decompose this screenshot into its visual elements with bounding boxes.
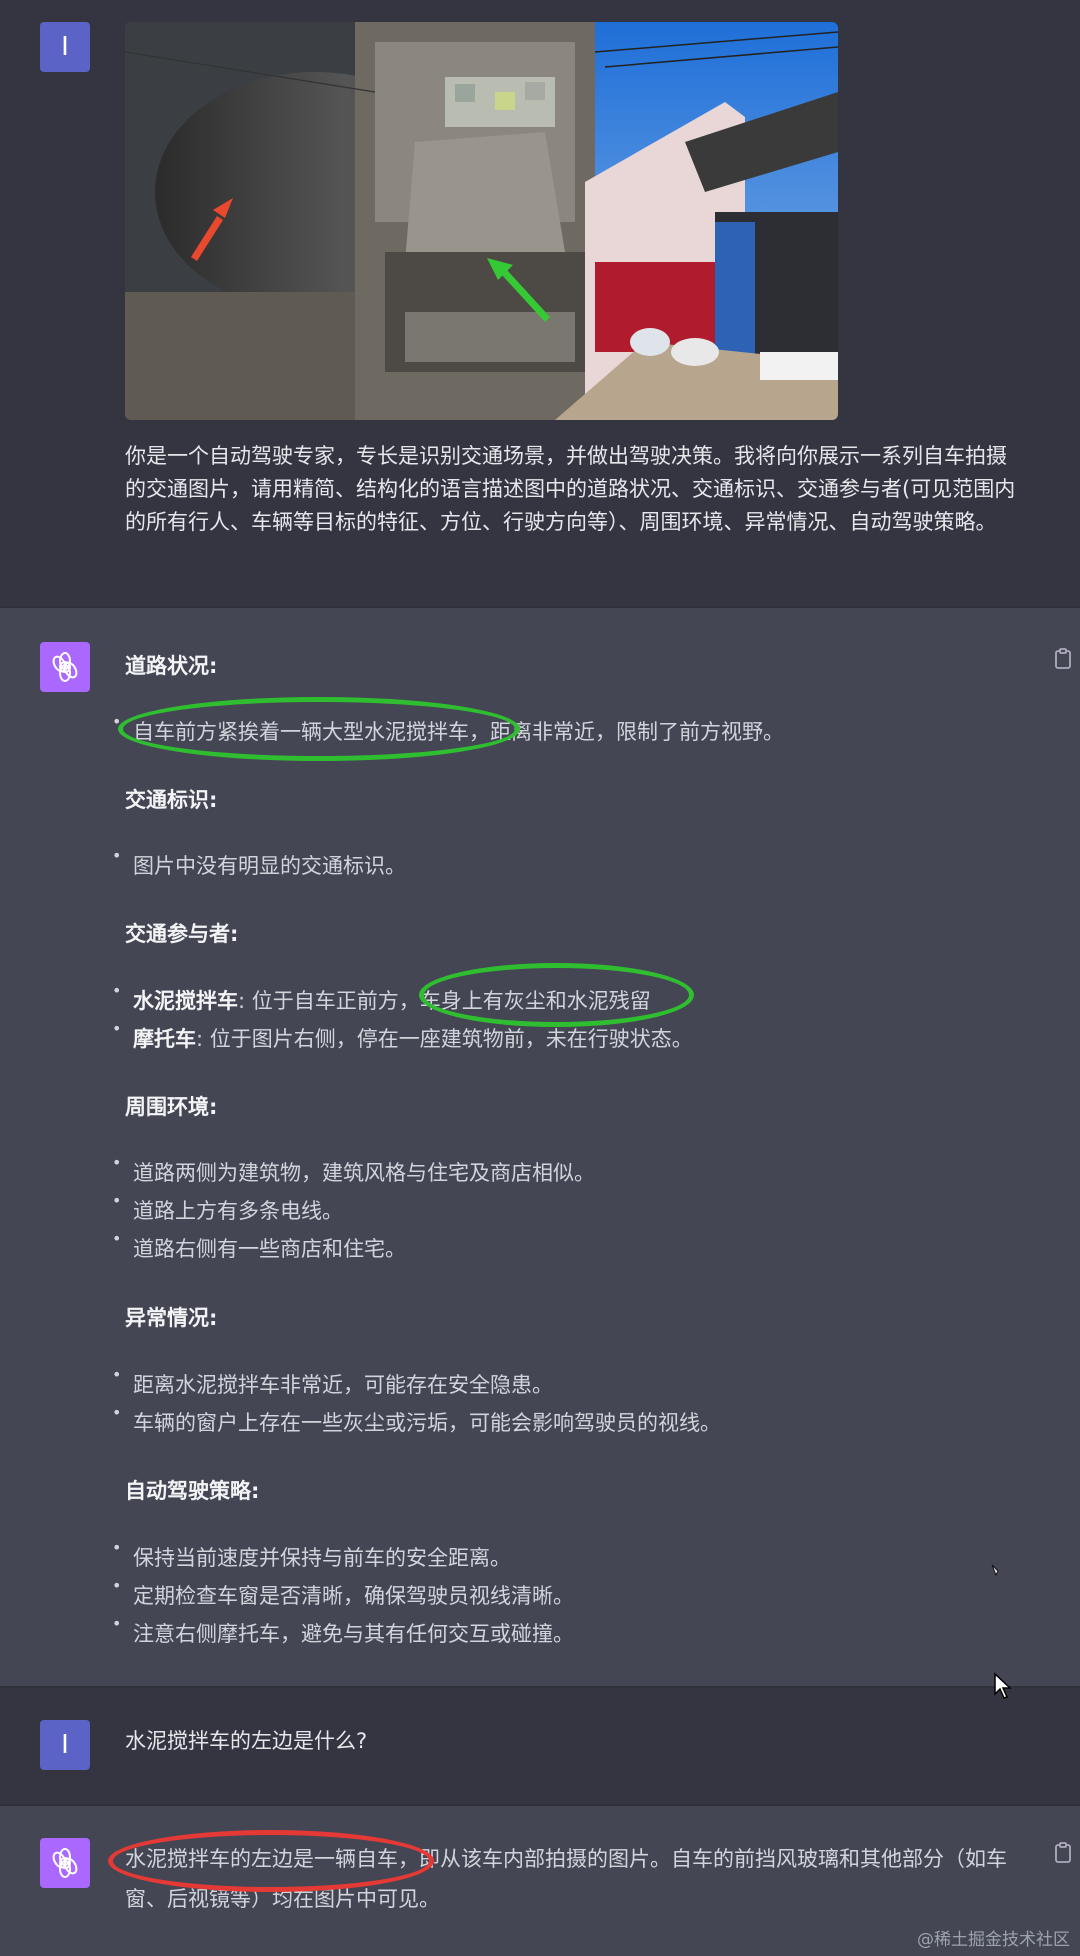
section-abnormal: 异常情况:	[125, 1306, 218, 1330]
copy-icon[interactable]	[1054, 1842, 1072, 1864]
prompt-text: 你是一个自动驾驶专家，专长是识别交通场景，并做出驾驶决策。我将向你展示一系列自车…	[125, 444, 1016, 534]
openai-logo-icon	[52, 652, 78, 682]
list-item: 道路两侧为建筑物，建筑风格与住宅及商店相似。	[112, 1153, 595, 1187]
traffic-photo-image	[125, 22, 838, 420]
list-item: 定期检查车窗是否清晰，确保驾驶员视线清晰。	[112, 1576, 574, 1610]
traffic-photo	[125, 22, 838, 420]
list-item: 图片中没有明显的交通标识。	[112, 846, 406, 880]
section-strategy: 自动驾驶策略:	[125, 1479, 260, 1503]
list-item: 距离水泥搅拌车非常近，可能存在安全隐患。	[112, 1365, 553, 1399]
watermark: @稀土掘金技术社区	[917, 1930, 1070, 1950]
mouse-pointer-icon	[992, 1672, 1014, 1706]
copy-icon[interactable]	[1054, 648, 1072, 670]
list-item: 注意右侧摩托车，避免与其有任何交互或碰撞。	[112, 1614, 574, 1648]
list-item: 水泥搅拌车: 位于自车正前方，车身上有灰尘和水泥残留	[112, 981, 651, 1015]
list-item: 保持当前速度并保持与前车的安全距离。	[112, 1538, 511, 1572]
section-road: 道路状况:	[125, 654, 218, 678]
section-signs: 交通标识:	[125, 788, 218, 812]
cursor-icon	[990, 1562, 1006, 1581]
question-text: 水泥搅拌车的左边是什么?	[125, 1729, 368, 1753]
assistant-message-1	[0, 608, 1080, 1686]
assistant-avatar	[40, 1838, 90, 1888]
answer-text: 水泥搅拌车的左边是一辆自车，即从该车内部拍摄的图片。自车的前挡风玻璃和其他部分（…	[125, 1847, 1007, 1911]
list-item: 道路上方有多条电线。	[112, 1191, 343, 1225]
list-item: 摩托车: 位于图片右侧，停在一座建筑物前，未在行驶状态。	[112, 1019, 693, 1053]
assistant-avatar	[40, 642, 90, 692]
section-participants: 交通参与者:	[125, 922, 239, 946]
list-item: 道路右侧有一些商店和住宅。	[112, 1229, 406, 1263]
list-item: 车辆的窗户上存在一些灰尘或污垢，可能会影响驾驶员的视线。	[112, 1403, 721, 1437]
user-avatar: I	[40, 1720, 90, 1770]
list-item: 自车前方紧挨着一辆大型水泥搅拌车，距离非常近，限制了前方视野。	[112, 712, 784, 746]
openai-logo-icon	[52, 1848, 78, 1878]
section-environment: 周围环境:	[125, 1095, 218, 1119]
user-avatar: I	[40, 22, 90, 72]
